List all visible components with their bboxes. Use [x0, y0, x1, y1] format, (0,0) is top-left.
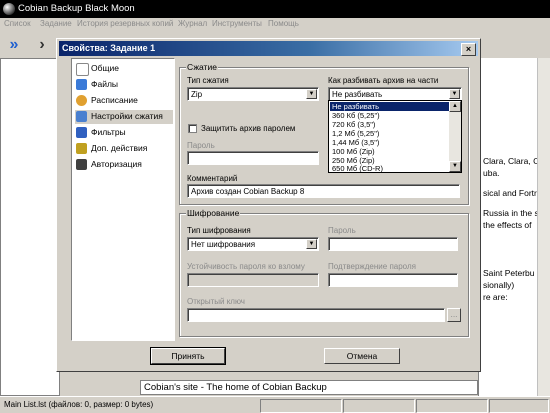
confirm-label: Подтверждение пароля — [328, 262, 416, 271]
strength-label: Устойчивость пароля ко взлому — [187, 262, 305, 271]
log-line: sical and Fortra — [483, 188, 542, 198]
chevron-down-icon[interactable]: ▼ — [306, 89, 317, 99]
key-label: Открытый ключ — [187, 297, 245, 306]
compression-type-label: Тип сжатия — [187, 76, 229, 85]
protect-label: Защитить архив паролем — [201, 124, 296, 133]
log-line: re are: — [483, 292, 508, 302]
nav-general[interactable]: Общие — [75, 62, 173, 76]
key-field[interactable] — [187, 308, 445, 322]
nav-compression[interactable]: Настройки сжатия — [75, 110, 173, 124]
enc-password-label: Пароль — [328, 226, 356, 235]
menu-tools[interactable]: Инструменты — [212, 19, 262, 28]
run-all-icon[interactable]: » — [4, 35, 24, 55]
log-line: sionally) — [483, 280, 515, 290]
task-properties-dialog: Свойства: Задание 1 × Общие Файлы Распис… — [56, 38, 481, 372]
options-scrollbar[interactable]: ▲ ▼ — [449, 101, 461, 172]
nav-auth[interactable]: Авторизация — [75, 158, 173, 172]
scroll-up-icon[interactable]: ▲ — [449, 101, 461, 112]
password-field[interactable] — [187, 151, 319, 165]
app-title: Cobian Backup Black Moon — [18, 3, 135, 14]
log-line: uba. — [483, 168, 500, 178]
chevron-down-icon[interactable]: ▼ — [449, 89, 460, 99]
cancel-button[interactable]: Отмена — [324, 348, 400, 364]
menu-help[interactable]: Помощь — [268, 19, 299, 28]
actions-icon — [76, 143, 87, 154]
status-cell — [343, 399, 415, 413]
password-label: Пароль — [187, 141, 215, 150]
app-moon-icon — [3, 3, 15, 15]
compression-legend: Сжатие — [186, 62, 218, 72]
menu-history[interactable]: История резервных копий — [77, 19, 173, 28]
split-option[interactable]: 1,44 Мб (3,5") — [330, 138, 450, 147]
browse-key-button[interactable]: ... — [447, 308, 461, 322]
schedule-icon — [76, 95, 87, 106]
files-icon — [76, 79, 87, 90]
close-icon[interactable]: × — [461, 43, 476, 56]
menu-task[interactable]: Задание — [40, 19, 72, 28]
protect-checkbox[interactable] — [188, 124, 197, 133]
split-option[interactable]: 650 Мб (CD-R) — [330, 164, 450, 173]
split-options-list[interactable]: Не разбивать 360 Кб (5,25") 720 Кб (3,5"… — [328, 100, 462, 173]
nav-actions[interactable]: Доп. действия — [75, 142, 173, 156]
encryption-group: Шифрование Тип шифрования Нет шифрования… — [179, 208, 469, 337]
status-bar: Main List.lst (файлов: 0, размер: 0 byte… — [0, 396, 550, 413]
split-option[interactable]: 720 Кб (3,5") — [330, 120, 450, 129]
general-icon — [76, 63, 89, 76]
dialog-title-bar[interactable]: Свойства: Задание 1 × — [59, 41, 478, 56]
encryption-type-label: Тип шифрования — [187, 226, 251, 235]
split-label: Как разбивать архив на части — [328, 76, 439, 85]
confirm-field[interactable] — [328, 273, 458, 287]
menu-bar: Список Задание История резервных копий Ж… — [0, 18, 550, 32]
log-scrollbar[interactable] — [537, 58, 550, 396]
compression-icon — [76, 111, 87, 122]
status-cell — [489, 399, 549, 413]
run-selected-icon[interactable]: › — [32, 35, 52, 55]
split-option[interactable]: 100 Мб (Zip) — [330, 147, 450, 156]
filter-icon — [76, 127, 87, 138]
ok-button[interactable]: Принять — [150, 347, 226, 365]
dialog-title: Свойства: Задание 1 — [62, 43, 156, 53]
log-line: the effects of — [483, 220, 532, 230]
enc-password-field[interactable] — [328, 237, 458, 251]
website-link[interactable]: Cobian's site - The home of Cobian Backu… — [144, 382, 327, 393]
status-cell — [260, 399, 342, 413]
website-link-bar[interactable]: Cobian's site - The home of Cobian Backu… — [140, 380, 478, 395]
log-line: Saint Peterbu — [483, 268, 535, 278]
encryption-type-select[interactable]: Нет шифрования ▼ — [187, 237, 319, 251]
task-list-pane[interactable] — [0, 58, 60, 396]
split-option[interactable]: 360 Кб (5,25") — [330, 111, 450, 120]
split-select[interactable]: Не разбивать ▼ — [328, 87, 462, 101]
nav-filters[interactable]: Фильтры — [75, 126, 173, 140]
compression-type-select[interactable]: Zip ▼ — [187, 87, 319, 101]
status-text: Main List.lst (файлов: 0, размер: 0 byte… — [4, 400, 154, 409]
strength-meter — [187, 273, 319, 287]
split-option[interactable]: 1,2 Мб (5,25") — [330, 129, 450, 138]
dialog-nav: Общие Файлы Расписание Настройки сжатия … — [71, 58, 175, 341]
comment-label: Комментарий — [187, 174, 238, 183]
auth-icon — [76, 159, 87, 170]
encryption-legend: Шифрование — [186, 208, 241, 218]
split-option[interactable]: Не разбивать — [330, 102, 450, 111]
app-title-bar: Cobian Backup Black Moon — [0, 0, 550, 18]
status-cell — [416, 399, 488, 413]
chevron-down-icon[interactable]: ▼ — [306, 239, 317, 249]
nav-files[interactable]: Файлы — [75, 78, 173, 92]
log-pane[interactable]: Clara, Clara, Cuba uba. sical and Fortra… — [478, 58, 550, 396]
scroll-down-icon[interactable]: ▼ — [449, 161, 461, 172]
nav-schedule[interactable]: Расписание — [75, 94, 173, 108]
menu-log[interactable]: Журнал — [178, 19, 207, 28]
menu-list[interactable]: Список — [4, 19, 31, 28]
log-line: Russia in the s — [483, 208, 539, 218]
comment-field[interactable]: Архив создан Cobian Backup 8 — [187, 184, 460, 198]
